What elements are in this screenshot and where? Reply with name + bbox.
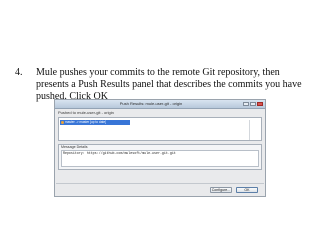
window-controls (243, 101, 263, 106)
push-results-header: Pushed to mule-user-git - origin (56, 110, 264, 116)
pushed-to-label: Pushed to mule-user-git - origin (58, 110, 114, 115)
list-column-divider (249, 120, 260, 140)
configure-button[interactable]: Configure... (210, 187, 232, 193)
close-icon[interactable] (257, 101, 263, 106)
commit-entry-text: master -> master [up to date] (65, 120, 107, 124)
step-number: 4. (15, 67, 23, 78)
commit-row[interactable]: master -> master [up to date] (60, 120, 130, 125)
dialog-titlebar: Push Results: mule-user-git - origin (55, 100, 265, 109)
dialog-footer: Configure... OK (56, 183, 264, 194)
step-text: Mule pushes your commits to the remote G… (36, 67, 302, 102)
instruction-step: 4. Mule pushes your commits to the remot… (15, 67, 310, 103)
message-details-text: Repository: https://github.com/mulesoft/… (63, 151, 176, 155)
maximize-icon[interactable] (250, 101, 256, 106)
message-details-box[interactable]: Repository: https://github.com/mulesoft/… (61, 150, 259, 167)
push-results-dialog-screenshot: Push Results: mule-user-git - origin Pus… (54, 99, 266, 197)
minimize-icon[interactable] (243, 101, 249, 106)
message-details-section: Message Details Repository: https://gith… (58, 144, 262, 170)
commit-list[interactable]: master -> master [up to date] (58, 117, 262, 141)
dialog-title: Push Results: mule-user-git - origin (119, 101, 183, 106)
ok-button[interactable]: OK (236, 187, 258, 193)
branch-icon (61, 121, 64, 124)
